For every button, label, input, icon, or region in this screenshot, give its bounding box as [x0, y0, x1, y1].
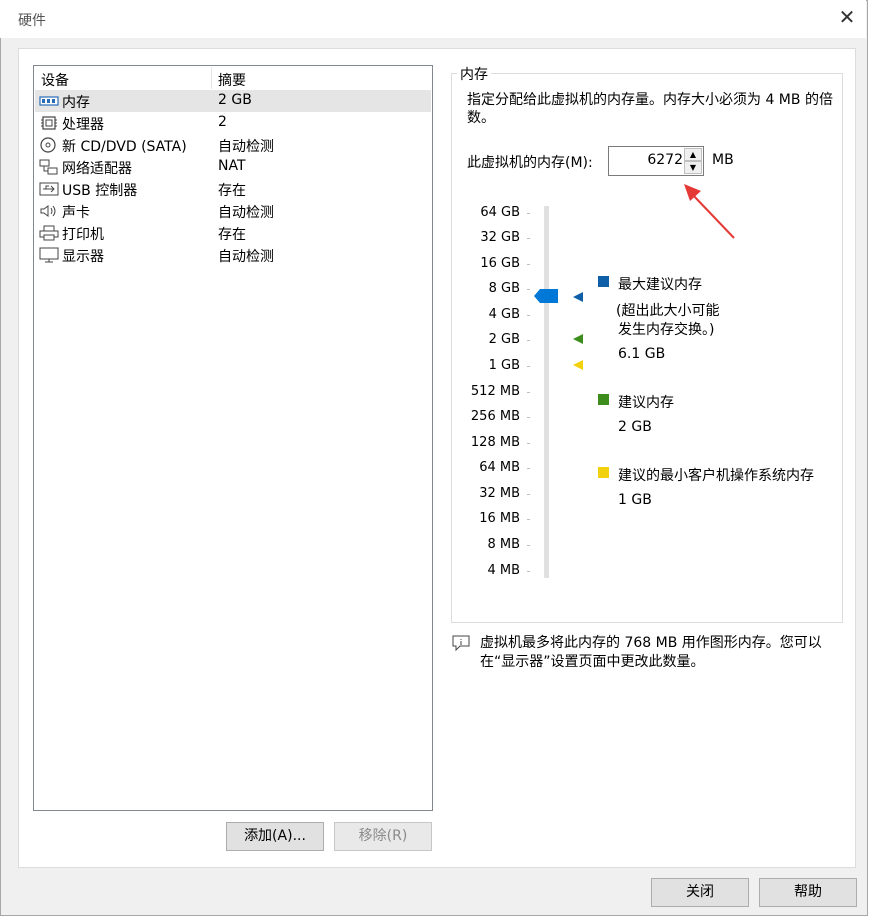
device-summary: 存在 — [218, 227, 246, 243]
max-legend-note-line1: (超出此大小可能 — [616, 303, 720, 319]
min-legend-swatch — [598, 467, 609, 478]
scale-tick-mark — [527, 366, 530, 367]
max-recommended-marker-icon — [573, 292, 583, 302]
monitor-icon — [39, 247, 59, 263]
scale-tick-mark — [527, 315, 530, 316]
usb-icon — [39, 182, 59, 196]
device-row-sound-card[interactable]: 声卡 自动检测 — [35, 200, 431, 222]
spin-up-icon[interactable]: ▲ — [684, 148, 702, 161]
annotation-arrow — [684, 184, 735, 239]
scale-tick-mark — [527, 340, 530, 341]
memory-description: 指定分配给此虚拟机的内存量。内存大小必须为 4 MB 的倍数。 — [467, 92, 833, 126]
device-row-memory[interactable]: 内存 2 GB — [35, 90, 431, 112]
scale-tick-mark — [527, 571, 530, 572]
recommended-legend-value: 2 GB — [618, 419, 652, 435]
max-legend-swatch — [598, 276, 609, 287]
max-legend-value: 6.1 GB — [618, 346, 666, 362]
device-name: 打印机 — [62, 227, 104, 243]
scale-tick-label: 1 GB — [488, 358, 520, 373]
scale-tick-label: 2 GB — [488, 332, 520, 347]
scale-tick-label: 64 GB — [480, 205, 520, 220]
close-window-icon[interactable]: ✕ — [836, 6, 858, 28]
add-device-button[interactable]: 添加(A)... — [226, 822, 324, 851]
scale-tick-mark — [527, 264, 530, 265]
device-name: 声卡 — [62, 205, 90, 221]
printer-icon — [39, 225, 59, 241]
device-summary: 自动检测 — [218, 205, 274, 221]
scale-tick-label: 4 MB — [487, 563, 520, 578]
memory-slider-thumb[interactable] — [534, 289, 558, 303]
device-name: 内存 — [62, 95, 90, 111]
column-header-device[interactable]: 设备 — [41, 70, 69, 90]
window-title: 硬件 — [18, 13, 46, 29]
device-row-printer[interactable]: 打印机 存在 — [35, 222, 431, 244]
max-legend-note-line2: 发生内存交换。) — [618, 322, 715, 338]
scale-tick-label: 16 GB — [480, 256, 520, 271]
scale-tick-mark — [527, 545, 530, 546]
scale-tick-label: 8 MB — [487, 537, 520, 552]
column-header-summary[interactable]: 摘要 — [218, 70, 246, 90]
recommended-legend-swatch — [598, 394, 609, 405]
remove-device-button[interactable]: 移除(R) — [334, 822, 432, 851]
device-summary: 自动检测 — [218, 249, 274, 265]
processor-icon — [41, 116, 57, 130]
device-summary: 2 — [218, 114, 227, 130]
device-row-cd-dvd[interactable]: 新 CD/DVD (SATA) 自动检测 — [35, 134, 431, 156]
graphics-memory-info: 虚拟机最多将此内存的 768 MB 用作图形内存。您可以在“显示器”设置页面中更… — [480, 635, 822, 670]
memory-slider-track[interactable] — [544, 206, 549, 578]
scale-tick-label: 128 MB — [470, 435, 520, 450]
device-name: 网络适配器 — [62, 161, 132, 177]
title-bar — [0, 0, 866, 38]
min-legend-value: 1 GB — [618, 492, 652, 508]
scale-tick-label: 16 MB — [479, 511, 520, 526]
network-adapter-icon — [39, 159, 58, 175]
scale-tick-label: 64 MB — [479, 460, 520, 475]
scale-tick-label: 32 GB — [480, 230, 520, 245]
min-recommended-marker-icon — [573, 360, 583, 370]
close-button[interactable]: 关闭 — [651, 878, 749, 907]
scale-tick-label: 4 GB — [488, 307, 520, 322]
scale-tick-mark — [527, 417, 530, 418]
help-button[interactable]: 帮助 — [759, 878, 857, 907]
scale-tick-mark — [527, 519, 530, 520]
speaker-icon — [40, 205, 56, 217]
memory-group-title: 内存 — [457, 64, 491, 84]
device-row-usb-controller[interactable]: USB 控制器 存在 — [35, 178, 431, 200]
device-summary: 存在 — [218, 183, 246, 199]
device-row-display[interactable]: 显示器 自动检测 — [35, 244, 431, 266]
spin-down-icon[interactable]: ▼ — [684, 161, 702, 174]
max-legend-title: 最大建议内存 — [618, 277, 702, 293]
scale-tick-mark — [527, 289, 530, 290]
device-name: 新 CD/DVD (SATA) — [62, 139, 187, 155]
scale-tick-mark — [527, 238, 530, 239]
scale-tick-mark — [527, 213, 530, 214]
memory-field-label: 此虚拟机的内存(M): — [467, 155, 593, 171]
device-row-processor[interactable]: 处理器 2 — [35, 112, 431, 134]
min-legend-title: 建议的最小客户机操作系统内存 — [618, 468, 814, 484]
recommended-legend-title: 建议内存 — [618, 395, 674, 411]
device-row-network-adapter[interactable]: 网络适配器 NAT — [35, 156, 431, 178]
info-icon — [452, 635, 470, 651]
device-name: 显示器 — [62, 249, 104, 265]
scale-tick-label: 8 GB — [488, 281, 520, 296]
device-summary: NAT — [218, 158, 246, 174]
scale-tick-label: 512 MB — [470, 384, 520, 399]
recommended-marker-icon — [573, 334, 583, 344]
scale-tick-mark — [527, 494, 530, 495]
memory-icon — [39, 96, 59, 106]
device-name: USB 控制器 — [62, 183, 138, 199]
scale-tick-label: 256 MB — [470, 409, 520, 424]
scale-tick-label: 32 MB — [479, 486, 520, 501]
scale-tick-mark — [527, 443, 530, 444]
scale-tick-mark — [527, 392, 530, 393]
memory-unit: MB — [712, 152, 734, 168]
device-summary: 2 GB — [218, 92, 252, 108]
device-name: 处理器 — [62, 117, 104, 133]
memory-input[interactable] — [611, 150, 683, 170]
column-separator[interactable] — [211, 67, 212, 89]
cd-dvd-icon — [40, 137, 56, 153]
scale-tick-mark — [527, 468, 530, 469]
device-summary: 自动检测 — [218, 139, 274, 155]
